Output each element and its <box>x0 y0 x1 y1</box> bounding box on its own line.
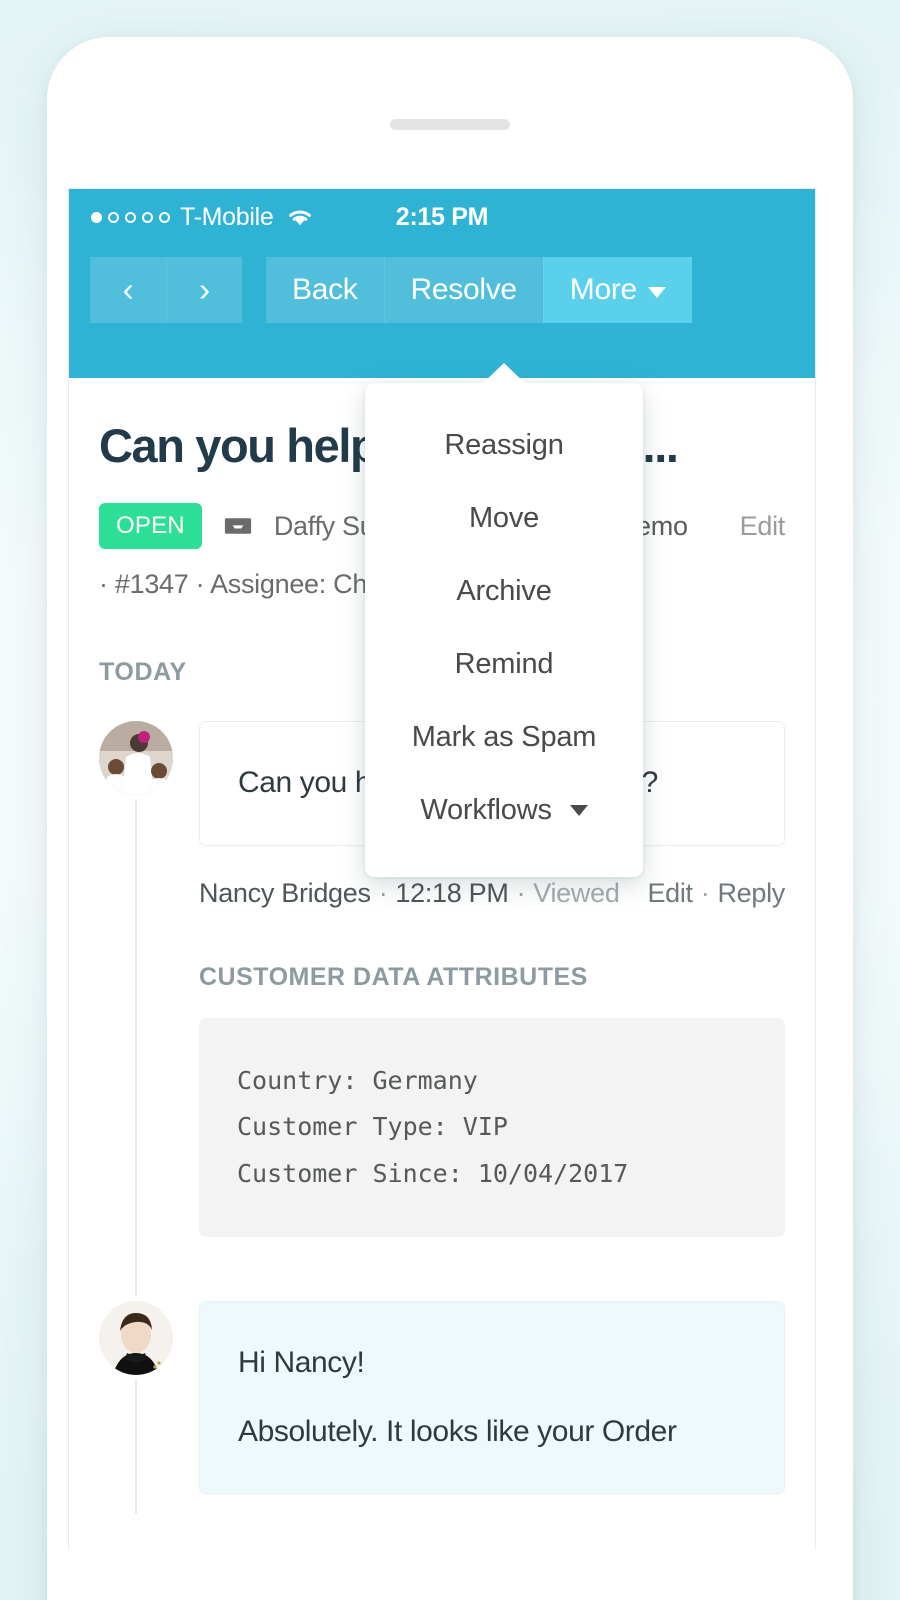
inbox-icon <box>224 514 252 538</box>
message-time: 12:18 PM <box>395 878 508 909</box>
phone-frame: T-Mobile 2:15 PM ‹ › <box>47 37 853 1600</box>
phone-speaker-grille <box>390 119 510 130</box>
attribute-row: Country: Germany <box>237 1058 747 1105</box>
more-button-label: More <box>570 273 637 307</box>
more-dropdown-menu[interactable]: Reassign Move Archive Remind Mark as Spa… <box>365 383 643 877</box>
message-line: Hi Nancy! <box>238 1342 746 1385</box>
phone-screen: T-Mobile 2:15 PM ‹ › <box>68 188 816 1550</box>
attribute-row: Customer Type: VIP <box>237 1104 747 1151</box>
signal-strength-indicator <box>91 212 170 223</box>
message-bubble: Hi Nancy! Absolutely. It looks like your… <box>199 1301 785 1494</box>
signal-dot-3 <box>125 212 136 223</box>
message-state: Viewed <box>533 878 619 909</box>
message-reply-link[interactable]: Reply <box>717 878 785 909</box>
customer-avatar[interactable] <box>99 721 173 795</box>
message-meta: Nancy Bridges · 12:18 PM · Viewed Edit ·… <box>199 878 785 909</box>
meta-separator: · <box>379 878 388 909</box>
menu-item-move[interactable]: Move <box>365 482 643 555</box>
agent-avatar[interactable] <box>99 1301 173 1375</box>
status-bar: T-Mobile 2:15 PM <box>69 189 815 245</box>
resolve-button[interactable]: Resolve <box>384 257 543 323</box>
menu-item-mark-as-spam[interactable]: Mark as Spam <box>365 701 643 774</box>
message-line: Absolutely. It looks like your Order <box>238 1411 746 1454</box>
agent-message-body: Hi Nancy! Absolutely. It looks like your… <box>199 1301 785 1494</box>
menu-item-label: Remind <box>455 648 554 680</box>
chevron-down-icon <box>648 287 666 298</box>
status-badge: OPEN <box>99 503 202 549</box>
menu-item-workflows[interactable]: Workflows <box>365 774 643 847</box>
chevron-right-icon: › <box>199 271 210 309</box>
previous-conversation-button[interactable]: ‹ <box>90 257 166 323</box>
customer-data-attributes: Country: Germany Customer Type: VIP Cust… <box>199 1018 785 1238</box>
message-item-agent: Hi Nancy! Absolutely. It looks like your… <box>99 1301 785 1494</box>
chevron-down-icon <box>570 805 588 816</box>
action-toolbar: ‹ › Back Resolve More <box>69 245 815 323</box>
signal-dot-5 <box>159 212 170 223</box>
signal-dot-2 <box>108 212 119 223</box>
signal-dot-4 <box>142 212 153 223</box>
wifi-icon <box>285 206 315 228</box>
message-edit-link[interactable]: Edit <box>647 878 692 909</box>
meta-separator: · <box>517 878 526 909</box>
menu-item-archive[interactable]: Archive <box>365 555 643 628</box>
carrier-label: T-Mobile <box>180 203 273 232</box>
customer-data-section-label: CUSTOMER DATA ATTRIBUTES <box>199 963 785 992</box>
more-button[interactable]: More <box>543 257 692 323</box>
menu-item-label: Archive <box>456 575 551 607</box>
meta-separator: · <box>701 878 710 909</box>
back-button[interactable]: Back <box>266 257 384 323</box>
message-author: Nancy Bridges <box>199 878 371 909</box>
status-bar-clock: 2:15 PM <box>396 203 488 232</box>
attribute-row: Customer Since: 10/04/2017 <box>237 1151 747 1198</box>
edit-conversation-link[interactable]: Edit <box>740 511 785 542</box>
menu-item-label: Move <box>469 502 539 534</box>
menu-item-remind[interactable]: Remind <box>365 628 643 701</box>
primary-action-group: Back Resolve More <box>266 257 692 323</box>
app-header: T-Mobile 2:15 PM ‹ › <box>69 189 815 378</box>
menu-item-label: Mark as Spam <box>412 721 597 753</box>
menu-item-reassign[interactable]: Reassign <box>365 409 643 482</box>
nav-button-group: ‹ › <box>90 257 242 323</box>
chevron-left-icon: ‹ <box>123 271 134 309</box>
menu-item-label: Workflows <box>420 794 551 826</box>
menu-item-label: Reassign <box>444 429 563 461</box>
signal-dot-1 <box>91 212 102 223</box>
next-conversation-button[interactable]: › <box>166 257 242 323</box>
